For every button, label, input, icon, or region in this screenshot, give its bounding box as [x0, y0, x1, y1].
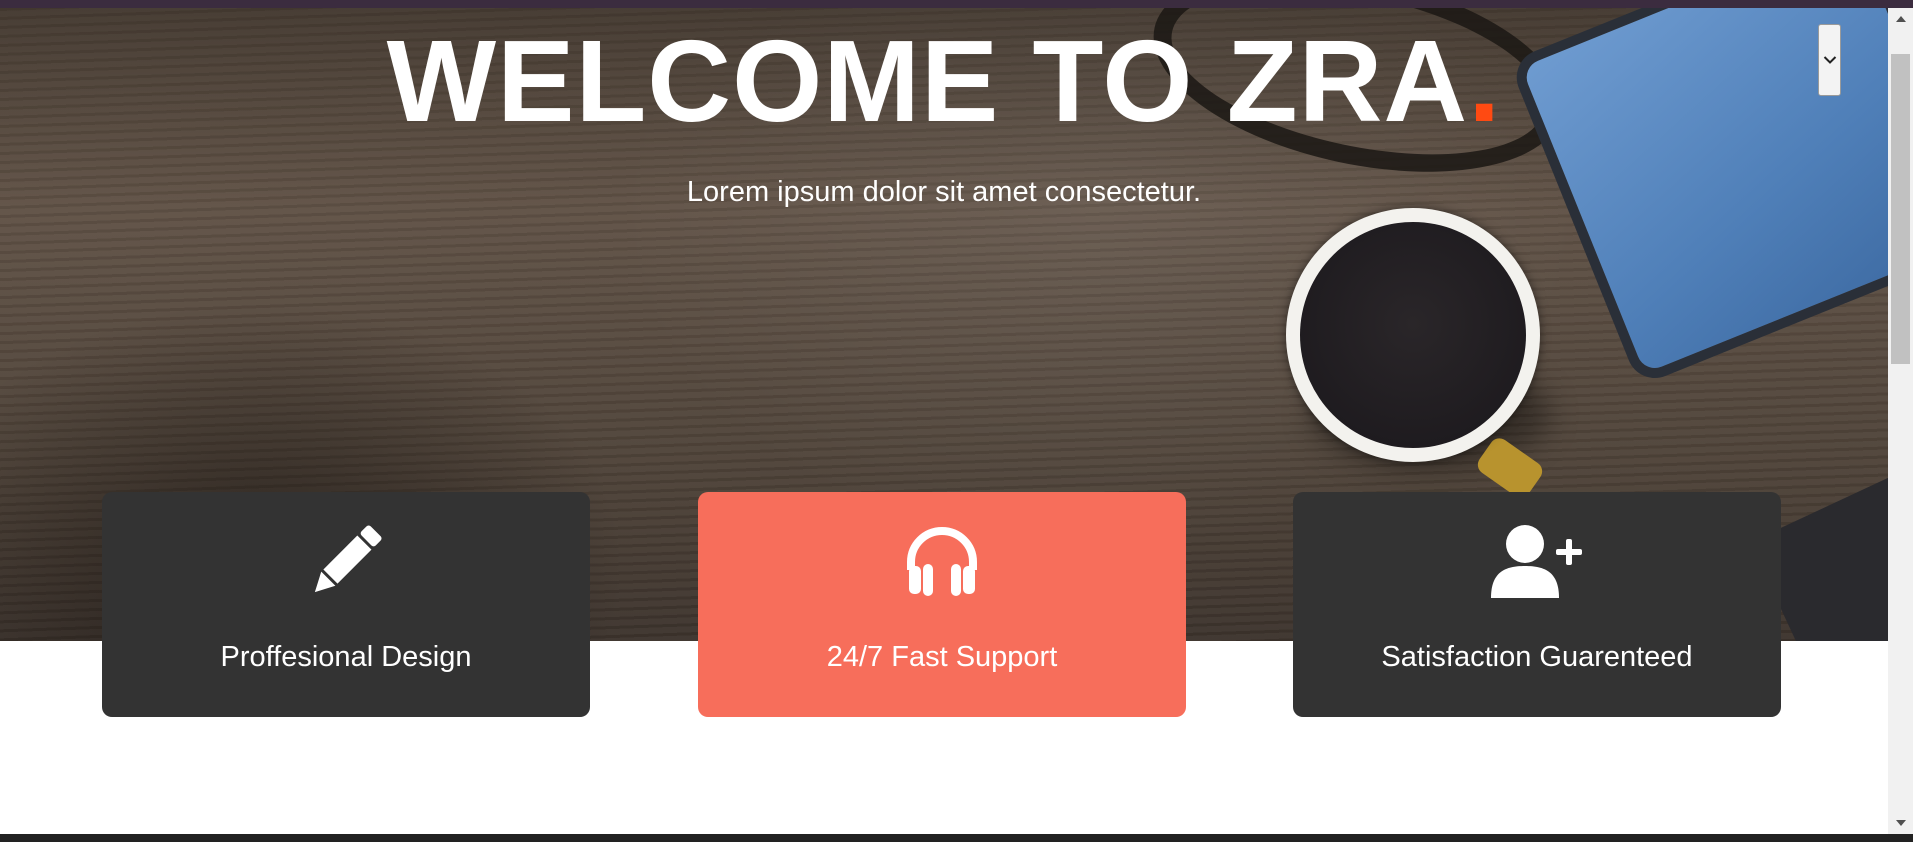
scroll-down-arrow-icon[interactable] — [1888, 812, 1913, 834]
hero-title-text: WELCOME TO ZRA — [386, 16, 1469, 146]
hero-title: WELCOME TO ZRA. — [0, 16, 1888, 146]
feature-card-label: Proffesional Design — [220, 641, 472, 673]
user-plus-icon — [1293, 520, 1781, 602]
hero-background-coffee-cup — [1286, 208, 1540, 462]
hero-background-coffee — [1300, 222, 1526, 448]
hero-subtitle: Lorem ipsum dolor sit amet consectetur. — [686, 176, 1202, 208]
pencil-icon — [102, 520, 590, 602]
feature-card-label: 24/7 Fast Support — [826, 641, 1058, 673]
feature-card-design[interactable]: Proffesional Design — [102, 492, 590, 717]
scroll-up-arrow-icon[interactable] — [1888, 8, 1913, 30]
menu-toggle-button[interactable] — [1818, 24, 1841, 96]
window-top-bar — [0, 0, 1913, 8]
window-bottom-bar — [0, 834, 1913, 842]
chevron-down-icon — [1823, 53, 1837, 68]
hero-title-dot: . — [1468, 16, 1502, 146]
feature-card-support[interactable]: 24/7 Fast Support — [698, 492, 1186, 717]
scrollbar-thumb[interactable] — [1891, 54, 1910, 364]
feature-card-satisfaction[interactable]: Satisfaction Guarenteed — [1293, 492, 1781, 717]
headphones-icon — [698, 520, 1186, 602]
vertical-scrollbar[interactable] — [1888, 8, 1913, 834]
feature-card-label: Satisfaction Guarenteed — [1381, 641, 1693, 673]
